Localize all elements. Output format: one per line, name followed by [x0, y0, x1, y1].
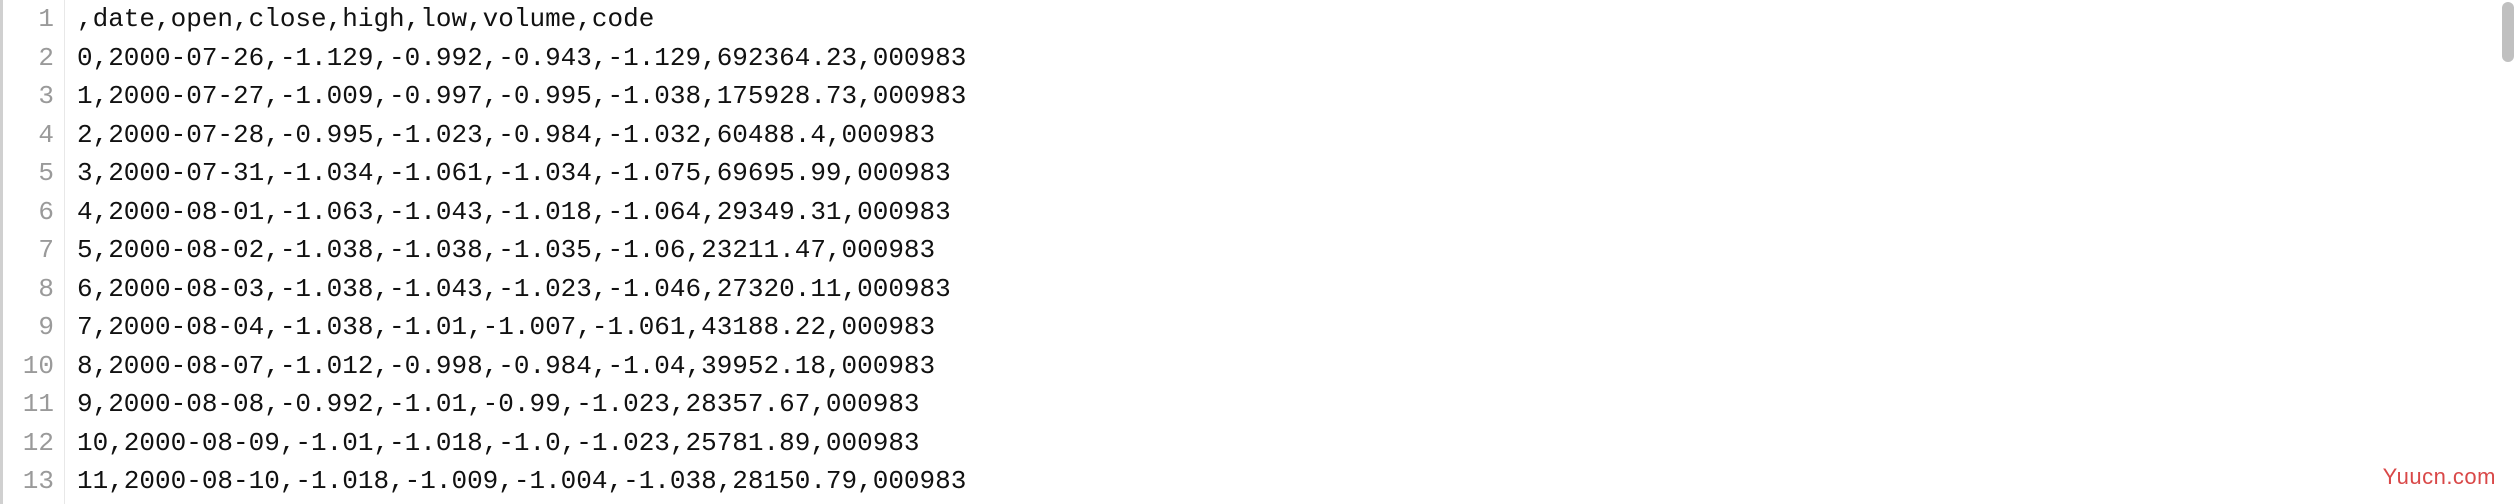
code-line[interactable]: 2,2000-07-28,-0.995,-1.023,-0.984,-1.032… [77, 116, 2518, 155]
code-line[interactable]: 8,2000-08-07,-1.012,-0.998,-0.984,-1.04,… [77, 347, 2518, 386]
line-number: 6 [3, 193, 54, 232]
code-line[interactable]: 6,2000-08-03,-1.038,-1.043,-1.023,-1.046… [77, 270, 2518, 309]
line-number: 13 [3, 462, 54, 501]
watermark: Yuucn.com [2383, 464, 2496, 490]
code-line[interactable]: 0,2000-07-26,-1.129,-0.992,-0.943,-1.129… [77, 39, 2518, 78]
line-number: 8 [3, 270, 54, 309]
line-number: 12 [3, 424, 54, 463]
line-number: 7 [3, 231, 54, 270]
code-line[interactable]: 10,2000-08-09,-1.01,-1.018,-1.0,-1.023,2… [77, 424, 2518, 463]
line-number: 10 [3, 347, 54, 386]
line-number: 2 [3, 39, 54, 78]
code-line[interactable]: 7,2000-08-04,-1.038,-1.01,-1.007,-1.061,… [77, 308, 2518, 347]
line-number: 4 [3, 116, 54, 155]
line-number: 9 [3, 308, 54, 347]
line-number: 3 [3, 77, 54, 116]
line-number: 11 [3, 385, 54, 424]
line-number: 1 [3, 0, 54, 39]
code-line[interactable]: 9,2000-08-08,-0.992,-1.01,-0.99,-1.023,2… [77, 385, 2518, 424]
code-line[interactable]: 5,2000-08-02,-1.038,-1.038,-1.035,-1.06,… [77, 231, 2518, 270]
code-line[interactable]: ,date,open,close,high,low,volume,code [77, 0, 2518, 39]
editor-content[interactable]: ,date,open,close,high,low,volume,code0,2… [65, 0, 2518, 504]
code-editor[interactable]: 12345678910111213 ,date,open,close,high,… [0, 0, 2518, 504]
code-line[interactable]: 3,2000-07-31,-1.034,-1.061,-1.034,-1.075… [77, 154, 2518, 193]
code-line[interactable]: 11,2000-08-10,-1.018,-1.009,-1.004,-1.03… [77, 462, 2518, 501]
vertical-scrollbar[interactable] [2502, 2, 2514, 62]
code-line[interactable]: 4,2000-08-01,-1.063,-1.043,-1.018,-1.064… [77, 193, 2518, 232]
line-number-gutter: 12345678910111213 [3, 0, 65, 504]
code-line[interactable]: 1,2000-07-27,-1.009,-0.997,-0.995,-1.038… [77, 77, 2518, 116]
line-number: 5 [3, 154, 54, 193]
